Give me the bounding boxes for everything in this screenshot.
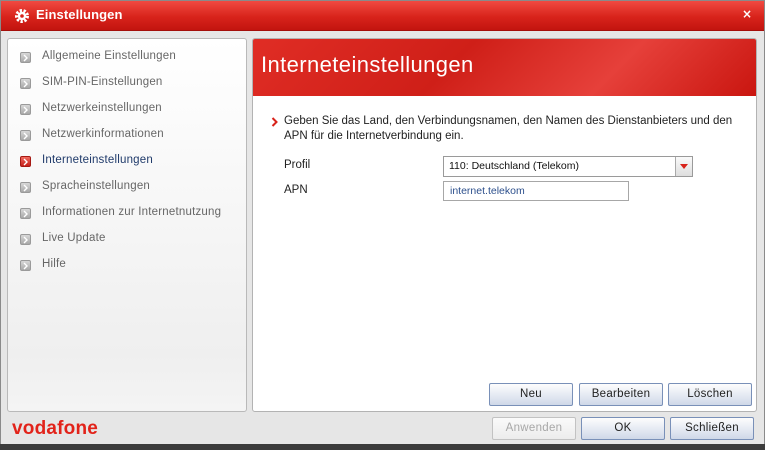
vodafone-logo: vodafone bbox=[12, 418, 99, 439]
bullet-arrow-icon bbox=[20, 78, 31, 89]
apply-button[interactable]: Anwenden bbox=[492, 417, 576, 440]
chevron-down-icon bbox=[680, 164, 688, 169]
window-title: Einstellungen bbox=[36, 7, 123, 22]
gear-icon bbox=[15, 9, 29, 23]
dropdown-button[interactable] bbox=[675, 157, 692, 176]
panel-header: Interneteinstellungen bbox=[253, 39, 756, 96]
bullet-arrow-icon bbox=[20, 156, 31, 167]
settings-sidebar: Allgemeine Einstellungen SIM-PIN-Einstel… bbox=[7, 38, 247, 412]
edit-button[interactable]: Bearbeiten bbox=[579, 383, 663, 406]
profile-select-value: 110: Deutschland (Telekom) bbox=[449, 160, 579, 172]
internet-settings-panel: Interneteinstellungen Geben Sie das Land… bbox=[252, 38, 757, 412]
sidebar-item-live-update[interactable]: Live Update bbox=[18, 229, 244, 249]
sidebar-item-network-settings[interactable]: Netzwerkeinstellungen bbox=[18, 99, 244, 119]
sidebar-item-label: Interneteinstellungen bbox=[42, 154, 153, 166]
sidebar-item-label: Spracheinstellungen bbox=[42, 180, 151, 192]
close-icon[interactable]: × bbox=[742, 7, 752, 21]
bullet-arrow-icon bbox=[20, 130, 31, 141]
sidebar-item-label: Live Update bbox=[42, 232, 106, 244]
sidebar-item-label: Hilfe bbox=[42, 258, 67, 270]
sidebar-item-network-info[interactable]: Netzwerkinformationen bbox=[18, 125, 244, 145]
sidebar-item-label: SIM-PIN-Einstellungen bbox=[42, 76, 163, 88]
sidebar-item-internet-settings[interactable]: Interneteinstellungen bbox=[18, 151, 244, 171]
apn-input[interactable] bbox=[443, 181, 629, 201]
sidebar-item-general[interactable]: Allgemeine Einstellungen bbox=[18, 47, 244, 67]
bullet-arrow-icon bbox=[20, 52, 31, 63]
sidebar-item-internet-usage[interactable]: Informationen zur Internetnutzung bbox=[18, 203, 244, 223]
sidebar-item-label: Netzwerkeinstellungen bbox=[42, 102, 162, 114]
taskbar-edge bbox=[0, 444, 765, 450]
ok-button[interactable]: OK bbox=[581, 417, 665, 440]
page-title: Interneteinstellungen bbox=[261, 52, 474, 77]
settings-window: Einstellungen × Allgemeine Einstellungen… bbox=[0, 0, 765, 450]
bullet-arrow-icon bbox=[20, 234, 31, 245]
sidebar-item-language[interactable]: Spracheinstellungen bbox=[18, 177, 244, 197]
bullet-arrow-icon bbox=[20, 260, 31, 271]
sidebar-item-label: Allgemeine Einstellungen bbox=[42, 50, 176, 62]
profile-label: Profil bbox=[284, 159, 311, 171]
sidebar-item-label: Informationen zur Internetnutzung bbox=[42, 206, 222, 218]
chevron-right-icon bbox=[271, 117, 278, 127]
new-button[interactable]: Neu bbox=[489, 383, 573, 406]
close-button[interactable]: Schließen bbox=[670, 417, 754, 440]
title-bar[interactable]: Einstellungen × bbox=[1, 1, 764, 31]
bullet-arrow-icon bbox=[20, 182, 31, 193]
sidebar-item-sim-pin[interactable]: SIM-PIN-Einstellungen bbox=[18, 73, 244, 93]
description-text: Geben Sie das Land, den Verbindungsnamen… bbox=[284, 115, 733, 142]
bullet-arrow-icon bbox=[20, 104, 31, 115]
sidebar-item-label: Netzwerkinformationen bbox=[42, 128, 164, 140]
profile-select[interactable]: 110: Deutschland (Telekom) bbox=[443, 156, 693, 177]
bullet-arrow-icon bbox=[20, 208, 31, 219]
apn-label: APN bbox=[284, 184, 308, 196]
delete-button[interactable]: Löschen bbox=[668, 383, 752, 406]
sidebar-item-help[interactable]: Hilfe bbox=[18, 255, 244, 275]
